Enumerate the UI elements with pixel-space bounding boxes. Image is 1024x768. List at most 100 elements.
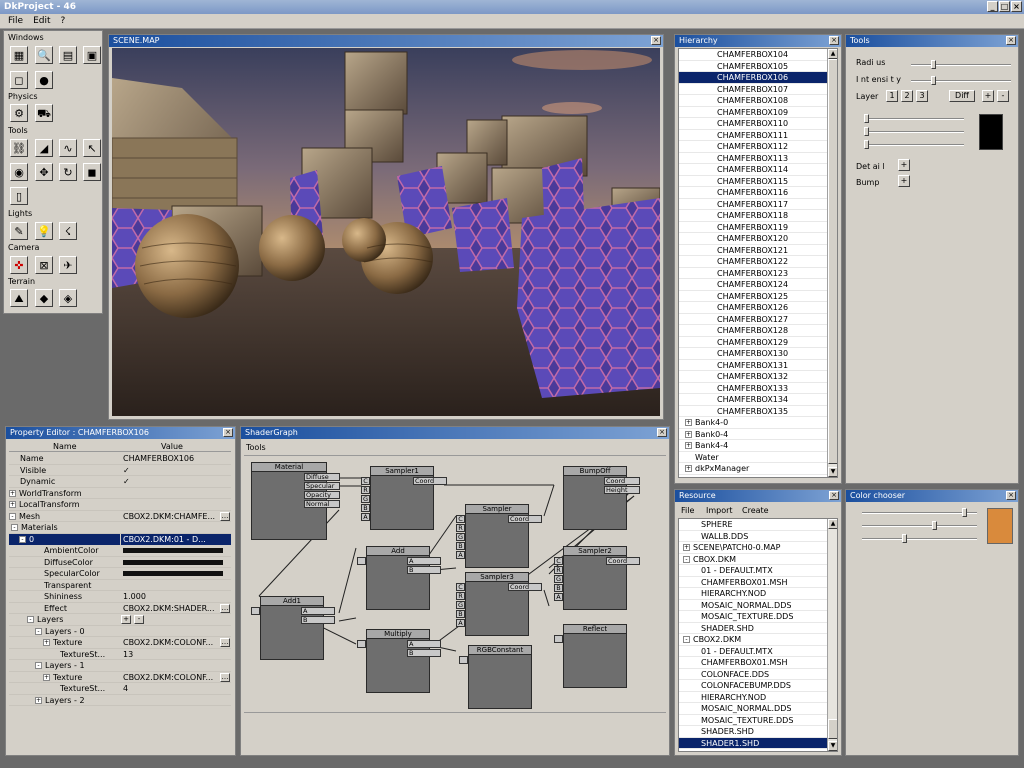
property-row[interactable]: SpecularColor	[9, 568, 231, 580]
input-port[interactable]: B	[456, 542, 465, 550]
menu-edit[interactable]: Edit	[33, 16, 50, 26]
property-value[interactable]	[121, 545, 231, 556]
collapse-icon[interactable]: -	[683, 636, 690, 643]
scene-close-icon[interactable]: ×	[651, 36, 661, 45]
input-port[interactable]: G	[554, 575, 563, 583]
property-row[interactable]: - Layers - 1	[9, 660, 231, 672]
hierarchy-item[interactable]: CHAMFERBOX126	[679, 302, 829, 314]
input-port[interactable]: C	[361, 477, 370, 485]
color-swatch[interactable]	[987, 508, 1013, 544]
terrain-paint-icon[interactable]: ◆	[35, 289, 53, 307]
resource-menu-create[interactable]: Create	[742, 506, 769, 515]
color-window-icon[interactable]: ●	[35, 71, 53, 89]
connector-port[interactable]	[554, 635, 563, 643]
property-value[interactable]: CBOX2.DKM:CHAMFE...…	[121, 511, 231, 522]
point-light-icon[interactable]: 💡	[35, 222, 53, 240]
property-row[interactable]: TextureSt... 13	[9, 649, 231, 660]
window-small-icon[interactable]: ◻	[10, 71, 28, 89]
resource-item[interactable]: SHADER1.SHD	[679, 737, 829, 749]
input-port[interactable]: R	[361, 486, 370, 494]
layer-add-button[interactable]: +	[982, 90, 994, 102]
color-value-bar[interactable]	[123, 548, 223, 553]
radius-slider[interactable]	[911, 60, 1011, 69]
hierarchy-item[interactable]: CHAMFERBOX134	[679, 394, 829, 406]
hierarchy-item[interactable]: CHAMFERBOX116	[679, 187, 829, 199]
hierarchy-item[interactable]: CHAMFERBOX110	[679, 118, 829, 130]
hierarchy-item[interactable]: + dkPxManager	[679, 463, 829, 475]
input-port[interactable]: R	[456, 524, 465, 532]
property-row[interactable]: Name CHAMFERBOX106	[9, 453, 231, 465]
shader-node-material[interactable]: Material Diffuse Specular Opacity Normal	[251, 462, 340, 540]
resource-item[interactable]: WALLB.DDS	[679, 531, 829, 542]
menu-file[interactable]: File	[8, 16, 23, 26]
input-port[interactable]: R	[554, 566, 563, 574]
property-value[interactable]: 1.000	[121, 591, 231, 602]
resource-item[interactable]: + SCENE\PATCH0-0.MAP	[679, 542, 829, 554]
rotate-tool-icon[interactable]: ↻	[59, 163, 77, 181]
resource-item[interactable]: CHAMFERBOX01.MSH	[679, 577, 829, 588]
tools-close-icon[interactable]: ×	[1006, 36, 1016, 45]
hierarchy-item[interactable]: CHAMFERBOX117	[679, 199, 829, 210]
color-value-bar[interactable]	[123, 559, 223, 565]
hierarchy-item[interactable]: CHAMFERBOX122	[679, 256, 829, 268]
shader-node-sampler3[interactable]: Sampler3 Coord C R G B A	[456, 572, 542, 636]
expand-icon[interactable]: +	[43, 639, 50, 646]
camera-target-icon[interactable]: ✜	[10, 256, 28, 274]
property-value[interactable]	[121, 695, 231, 706]
resource-item[interactable]: HIERARCHY.NOD	[679, 588, 829, 600]
green-slider-knob[interactable]	[864, 127, 869, 136]
input-port[interactable]: R	[456, 592, 465, 600]
hierarchy-item[interactable]: CHAMFERBOX114	[679, 164, 829, 176]
property-value[interactable]	[121, 488, 231, 499]
expand-icon[interactable]: +	[43, 673, 50, 681]
scene-viewport[interactable]	[112, 48, 660, 416]
resource-item[interactable]: 01 - DEFAULT.MTX	[679, 565, 829, 577]
property-row[interactable]: - Layers - 0	[9, 626, 231, 637]
hierarchy-close-icon[interactable]: ×	[829, 36, 839, 45]
resource-item[interactable]: SPHERE	[679, 519, 829, 531]
property-row[interactable]: - Mesh CBOX2.DKM:CHAMFE...…	[9, 511, 231, 522]
shader-node-multiply[interactable]: Multiply A B	[357, 629, 441, 693]
input-port[interactable]: B	[361, 504, 370, 512]
hierarchy-item[interactable]: CHAMFERBOX129	[679, 337, 829, 348]
diff-button[interactable]: Diff	[949, 90, 975, 102]
hierarchy-item[interactable]: CHAMFERBOX109	[679, 107, 829, 118]
saturation-slider-knob[interactable]	[932, 521, 937, 530]
hierarchy-item[interactable]: CHAMFERBOX128	[679, 325, 829, 337]
close-button[interactable]: ×	[1011, 1, 1022, 12]
terrain-raise-icon[interactable]: ⛰	[10, 289, 28, 307]
camera-icon[interactable]: ✈	[59, 256, 77, 274]
property-value[interactable]	[121, 580, 231, 591]
output-port[interactable]: Height	[604, 486, 640, 494]
saturation-slider[interactable]	[862, 521, 977, 530]
browse-button[interactable]: …	[220, 603, 230, 613]
hue-slider-knob[interactable]	[962, 508, 967, 517]
intensity-slider[interactable]	[911, 76, 1011, 85]
browse-button[interactable]: …	[220, 511, 230, 521]
property-row[interactable]: - Layers + -	[9, 614, 231, 626]
expand-icon[interactable]: +	[685, 465, 692, 472]
hierarchy-item[interactable]: CHAMFERBOX118	[679, 210, 829, 222]
input-port[interactable]: G	[361, 495, 370, 503]
detail-add-button[interactable]: +	[898, 159, 910, 171]
radius-slider-knob[interactable]	[931, 60, 936, 69]
physics-car-icon[interactable]: ⛟	[35, 104, 53, 122]
hierarchy-item[interactable]: CHAMFERBOX108	[679, 95, 829, 107]
shader-node-reflect[interactable]: Reflect	[554, 624, 627, 688]
collapse-icon[interactable]: -	[35, 627, 42, 635]
scene-window-icon[interactable]: ▣	[83, 46, 101, 64]
input-port[interactable]: A	[554, 593, 563, 601]
property-row[interactable]: Effect CBOX2.DKM:SHADER...…	[9, 603, 231, 614]
hierarchy-item[interactable]: CHAMFERBOX123	[679, 268, 829, 279]
output-port[interactable]: Diffuse	[304, 473, 340, 481]
maximize-button[interactable]: □	[999, 1, 1010, 12]
collapse-icon[interactable]: -	[19, 535, 26, 543]
spot-light-icon[interactable]: ✎	[10, 222, 28, 240]
connector-port[interactable]	[459, 656, 468, 664]
value-slider-knob[interactable]	[902, 534, 907, 543]
blue-slider[interactable]	[864, 140, 964, 149]
input-port[interactable]: A	[301, 607, 335, 615]
connector-port[interactable]	[357, 557, 366, 565]
hierarchy-item[interactable]: + Bank4-4	[679, 440, 829, 452]
expand-icon[interactable]: +	[35, 696, 42, 704]
